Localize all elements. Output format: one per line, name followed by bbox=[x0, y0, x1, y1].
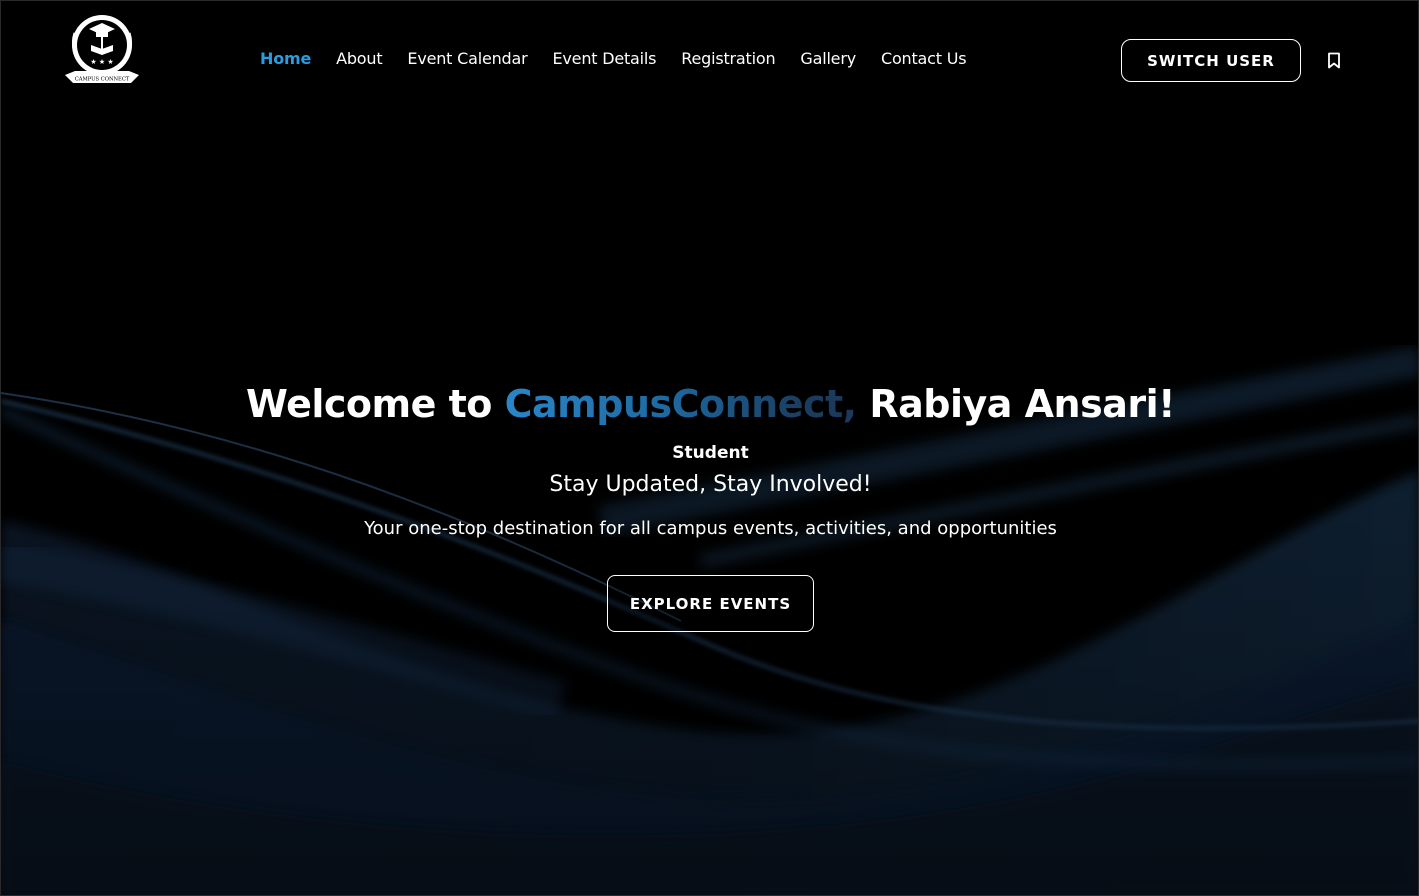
campus-connect-logo[interactable]: ★ ★ ★ CAMPUS CONNECT bbox=[61, 11, 143, 95]
nav-item-gallery: Gallery bbox=[800, 49, 856, 68]
brand-name: CampusConnect, bbox=[504, 382, 858, 426]
explore-events-button[interactable]: EXPLORE EVENTS bbox=[607, 575, 814, 632]
hero-description: Your one-stop destination for all campus… bbox=[364, 518, 1057, 539]
site-header: ★ ★ ★ CAMPUS CONNECT Home About Event Ca… bbox=[1, 1, 1418, 121]
welcome-heading: Welcome to CampusConnect, Rabiya Ansari! bbox=[1, 377, 1418, 431]
svg-text:CAMPUS CONNECT: CAMPUS CONNECT bbox=[75, 77, 130, 83]
nav-link-event-details[interactable]: Event Details bbox=[553, 49, 657, 68]
nav-item-event-details: Event Details bbox=[553, 49, 657, 68]
nav-link-home[interactable]: Home bbox=[260, 49, 311, 68]
svg-text:★ ★ ★: ★ ★ ★ bbox=[90, 58, 113, 66]
nav-item-contact-us: Contact Us bbox=[881, 49, 967, 68]
user-name: Rabiya Ansari! bbox=[856, 382, 1175, 426]
nav-link-gallery[interactable]: Gallery bbox=[800, 49, 856, 68]
tagline: Stay Updated, Stay Involved! bbox=[549, 472, 872, 497]
nav-link-event-calendar[interactable]: Event Calendar bbox=[407, 49, 527, 68]
nav-item-registration: Registration bbox=[681, 49, 775, 68]
nav-item-home: Home bbox=[260, 49, 311, 68]
hero-section: Welcome to CampusConnect, Rabiya Ansari!… bbox=[1, 377, 1418, 632]
nav-item-about: About bbox=[336, 49, 383, 68]
page: ★ ★ ★ CAMPUS CONNECT Home About Event Ca… bbox=[0, 0, 1419, 896]
user-role: Student bbox=[672, 443, 749, 463]
nav-link-contact-us[interactable]: Contact Us bbox=[881, 49, 967, 68]
nav-link-about[interactable]: About bbox=[336, 49, 383, 68]
welcome-prefix: Welcome to bbox=[246, 382, 505, 426]
switch-user-button[interactable]: SWITCH USER bbox=[1121, 39, 1301, 82]
nav-link-registration[interactable]: Registration bbox=[681, 49, 775, 68]
nav-item-event-calendar: Event Calendar bbox=[407, 49, 527, 68]
bookmark-icon[interactable] bbox=[1327, 52, 1341, 69]
nav-list: Home About Event Calendar Event Details … bbox=[260, 49, 967, 68]
